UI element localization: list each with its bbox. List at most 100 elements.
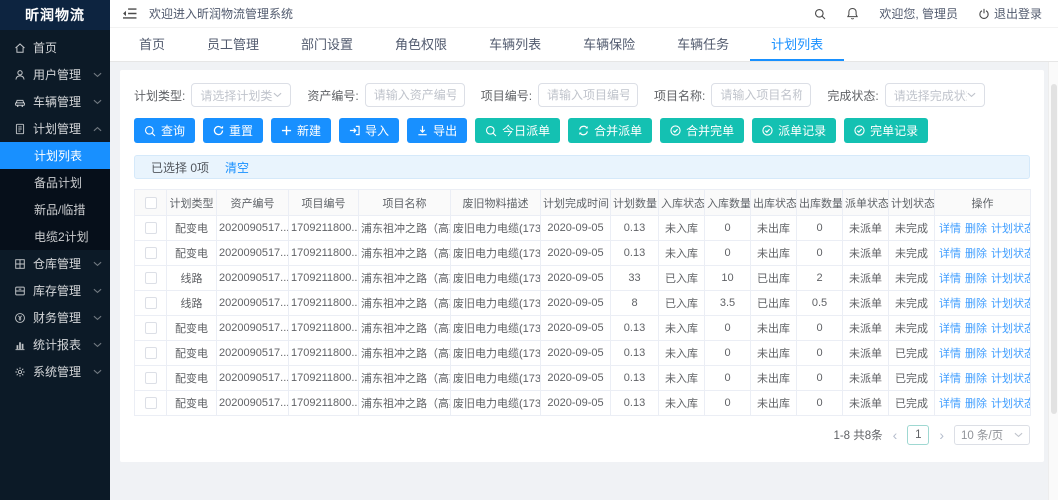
sidebar-item-warehouse[interactable]: 仓库管理: [0, 250, 110, 277]
sidebar-subitem-cable-plan[interactable]: 电缆2计划: [0, 223, 110, 250]
action-delete-link[interactable]: 删除: [965, 223, 987, 235]
sidebar-item-home[interactable]: 首页: [0, 34, 110, 61]
action-detail-link[interactable]: 详情: [939, 373, 961, 385]
tab-roles[interactable]: 角色权限: [374, 28, 468, 61]
filter-label: 项目名称:: [654, 87, 705, 104]
sidebar-item-finance[interactable]: 财务管理: [0, 304, 110, 331]
logout-label: 退出登录: [994, 5, 1042, 22]
action-plan-status-link[interactable]: 计划状态: [991, 223, 1031, 235]
reset-button[interactable]: 重置: [203, 118, 263, 143]
clear-selection-link[interactable]: 清空: [225, 159, 249, 176]
sidebar-item-plans[interactable]: 计划管理: [0, 115, 110, 142]
tab-staff[interactable]: 员工管理: [186, 28, 280, 61]
bell-icon[interactable]: [846, 7, 859, 20]
import-button[interactable]: 导入: [339, 118, 399, 143]
export-button[interactable]: 导出: [407, 118, 467, 143]
sidebar-subitem-plan-list[interactable]: 计划列表: [0, 142, 110, 169]
action-delete-link[interactable]: 删除: [965, 298, 987, 310]
row-checkbox[interactable]: [145, 397, 157, 409]
tab-vehicle-insurance[interactable]: 车辆保险: [562, 28, 656, 61]
dispatch-records-button[interactable]: 派单记录: [752, 118, 836, 143]
merge-finish-button[interactable]: 合并完单: [660, 118, 744, 143]
sidebar-subitem-new-temp[interactable]: 新品/临措: [0, 196, 110, 223]
search-icon[interactable]: [814, 8, 826, 20]
create-button[interactable]: 新建: [271, 118, 331, 143]
sidebar-item-vehicles[interactable]: 车辆管理: [0, 88, 110, 115]
row-checkbox[interactable]: [145, 272, 157, 284]
user-greeting[interactable]: 欢迎您, 管理员: [879, 5, 958, 22]
row-checkbox[interactable]: [145, 322, 157, 334]
logout-button[interactable]: 退出登录: [978, 5, 1042, 22]
chevron-down-icon: [92, 261, 102, 267]
row-checkbox-cell: [135, 316, 167, 341]
menu-fold-icon[interactable]: [122, 7, 137, 20]
filter-input-project-name[interactable]: [711, 83, 811, 107]
select-all-checkbox[interactable]: [145, 197, 157, 209]
page-size-select[interactable]: 10 条/页: [954, 425, 1030, 445]
action-delete-link[interactable]: 删除: [965, 248, 987, 260]
sidebar-item-system[interactable]: 系统管理: [0, 358, 110, 385]
action-plan-status-link[interactable]: 计划状态: [991, 323, 1031, 335]
action-detail-link[interactable]: 详情: [939, 223, 961, 235]
tab-home[interactable]: 首页: [118, 28, 186, 61]
filter-finish-status: 完成状态:请选择完成状态: [827, 83, 984, 107]
sidebar-item-reports[interactable]: 统计报表: [0, 331, 110, 358]
action-delete-link[interactable]: 删除: [965, 348, 987, 360]
sidebar-item-users[interactable]: 用户管理: [0, 61, 110, 88]
action-plan-status-link[interactable]: 计划状态: [991, 298, 1031, 310]
finish-records-button[interactable]: 完单记录: [844, 118, 928, 143]
action-delete-link[interactable]: 删除: [965, 373, 987, 385]
sidebar-item-label: 首页: [33, 39, 57, 56]
cell: 废旧电力电缆(173...: [451, 291, 541, 316]
action-plan-status-link[interactable]: 计划状态: [991, 348, 1031, 360]
prev-page-button[interactable]: ‹: [893, 428, 898, 442]
table-row: 配变电2020090517...1709211800...浦东祖冲之路（高斯路.…: [135, 216, 1031, 241]
tab-plan-list[interactable]: 计划列表: [750, 28, 844, 61]
cell: 0: [797, 241, 843, 266]
today-dispatch-button[interactable]: 今日派单: [475, 118, 560, 143]
action-delete-link[interactable]: 删除: [965, 398, 987, 410]
action-detail-link[interactable]: 详情: [939, 398, 961, 410]
select-placeholder: 请选择计划类型: [200, 87, 273, 104]
action-plan-status-link[interactable]: 计划状态: [991, 248, 1031, 260]
column-header: 派单状态: [843, 190, 889, 216]
sidebar-item-inventory[interactable]: 库存管理: [0, 277, 110, 304]
filter-input-project-no[interactable]: [538, 83, 638, 107]
scrollbar-thumb[interactable]: [1051, 84, 1057, 414]
tab-vehicle-tasks[interactable]: 车辆任务: [656, 28, 750, 61]
action-detail-link[interactable]: 详情: [939, 273, 961, 285]
tab-departments[interactable]: 部门设置: [280, 28, 374, 61]
row-actions: 详情删除计划状态: [935, 216, 1031, 241]
cell: 2020-09-05: [541, 341, 611, 366]
content: 计划类型:请选择计划类型资产编号:项目编号:项目名称:完成状态:请选择完成状态 …: [110, 62, 1058, 500]
next-page-button[interactable]: ›: [939, 428, 944, 442]
action-detail-link[interactable]: 详情: [939, 323, 961, 335]
select-placeholder: 请选择完成状态: [894, 87, 967, 104]
current-page-button[interactable]: 1: [907, 425, 929, 445]
action-delete-link[interactable]: 删除: [965, 323, 987, 335]
row-checkbox-cell: [135, 216, 167, 241]
home-icon: [13, 42, 26, 54]
row-checkbox[interactable]: [145, 297, 157, 309]
action-detail-link[interactable]: 详情: [939, 348, 961, 360]
row-checkbox[interactable]: [145, 347, 157, 359]
action-plan-status-link[interactable]: 计划状态: [991, 373, 1031, 385]
sidebar-subitem-spare-plan[interactable]: 备品计划: [0, 169, 110, 196]
action-delete-link[interactable]: 删除: [965, 273, 987, 285]
filter-input-asset-no[interactable]: [365, 83, 465, 107]
query-button[interactable]: 查询: [134, 118, 195, 143]
action-detail-link[interactable]: 详情: [939, 248, 961, 260]
row-checkbox[interactable]: [145, 222, 157, 234]
merge-dispatch-button[interactable]: 合并派单: [568, 118, 652, 143]
action-plan-status-link[interactable]: 计划状态: [991, 273, 1031, 285]
scrollbar-track[interactable]: [1048, 62, 1058, 500]
cell: 2020-09-05: [541, 216, 611, 241]
action-plan-status-link[interactable]: 计划状态: [991, 398, 1031, 410]
action-detail-link[interactable]: 详情: [939, 298, 961, 310]
row-checkbox[interactable]: [145, 247, 157, 259]
column-header: 项目编号: [289, 190, 359, 216]
filter-select-finish-status[interactable]: 请选择完成状态: [885, 83, 985, 107]
filter-select-plan-type[interactable]: 请选择计划类型: [191, 83, 291, 107]
row-checkbox[interactable]: [145, 372, 157, 384]
tab-vehicle-list[interactable]: 车辆列表: [468, 28, 562, 61]
